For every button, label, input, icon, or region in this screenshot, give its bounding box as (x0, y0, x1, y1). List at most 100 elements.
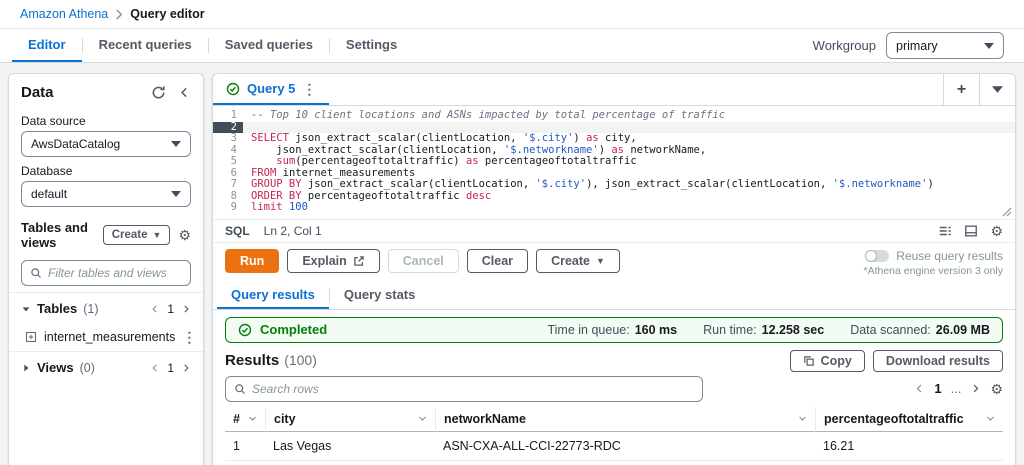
page-number[interactable]: 1 (934, 381, 941, 396)
table-cell: 15.48 (815, 461, 1003, 465)
line-number: 7 (230, 178, 237, 190)
kebab-menu-icon[interactable]: ⋮ (182, 330, 196, 344)
sort-icon[interactable] (798, 414, 807, 423)
code-text: ORDER BY percentageoftotaltraffic desc (251, 189, 492, 202)
views-page-number[interactable]: 1 (167, 361, 174, 375)
table-cell: 2 (225, 461, 265, 465)
stat-queue-label: Time in queue: (547, 322, 630, 337)
sort-icon[interactable] (986, 414, 995, 423)
external-link-icon (353, 255, 365, 267)
explain-button-label: Explain (302, 253, 347, 268)
tables-section-count: (1) (83, 301, 99, 316)
collapse-panel-icon[interactable] (178, 86, 191, 99)
code-line[interactable]: 9 limit 100 (213, 201, 1015, 214)
engine-version-note: *Athena engine version 3 only (863, 264, 1003, 277)
clear-button[interactable]: Clear (466, 248, 529, 273)
caret-down-icon (984, 42, 994, 49)
workgroup-control: Workgroup primary (813, 29, 1012, 62)
create-menu-button[interactable]: Create ▼ (536, 248, 620, 273)
page-prev-icon[interactable] (914, 383, 925, 394)
column-header[interactable]: percentageoftotaltraffic (815, 406, 1003, 432)
code-line[interactable]: 1 -- Top 10 client locations and ASNs imp… (213, 109, 1015, 122)
data-source-select[interactable]: AwsDataCatalog (21, 131, 191, 157)
download-results-button[interactable]: Download results (872, 349, 1003, 372)
page-next-icon[interactable] (181, 304, 191, 314)
refresh-icon[interactable] (151, 85, 166, 100)
column-label: city (274, 411, 296, 426)
query-tab[interactable]: Query 5 ⋮ (213, 74, 330, 105)
tab-editor[interactable]: Editor (12, 29, 82, 62)
sql-editor[interactable]: 1 -- Top 10 client locations and ASNs imp… (213, 106, 1015, 219)
list-details-icon[interactable] (938, 224, 952, 238)
gear-icon[interactable]: ⚙ (990, 224, 1003, 238)
tables-section-header[interactable]: Tables (1) 1 (9, 292, 203, 324)
tab-settings[interactable]: Settings (330, 29, 413, 62)
check-circle-icon (226, 82, 240, 96)
workgroup-select[interactable]: primary (886, 32, 1004, 59)
create-button[interactable]: Create ▼ (102, 225, 171, 245)
run-button[interactable]: Run (225, 248, 280, 273)
column-header[interactable]: networkName (435, 406, 815, 432)
tables-section-label: Tables (37, 301, 78, 316)
tab-recent-queries[interactable]: Recent queries (83, 29, 208, 62)
actions-row: Run Explain Cancel Clear Create ▼ Reuse … (213, 243, 1015, 282)
table-row: 2Mexico CityTOTAL PLAY TELECOMUNICACIONE… (225, 461, 1003, 465)
line-number: 1 (230, 109, 237, 121)
gear-icon[interactable]: ⚙ (178, 228, 191, 242)
query-tab-label: Query 5 (247, 81, 296, 96)
tab-query-results[interactable]: Query results (217, 282, 329, 309)
tab-query-stats[interactable]: Query stats (330, 282, 430, 309)
code-line[interactable]: 8 ORDER BY percentageoftotaltraffic desc (213, 189, 1015, 203)
editor-language-label: SQL (225, 223, 250, 238)
line-number: 9 (230, 201, 237, 213)
tables-views-title: Tables and views (21, 220, 88, 250)
line-number: 3 (230, 132, 237, 144)
table-cell: ASN-CXA-ALL-CCI-22773-RDC (435, 432, 815, 461)
search-rows-box (225, 375, 703, 402)
new-query-tab-button[interactable]: + (943, 74, 979, 105)
expand-plus-icon[interactable] (25, 331, 37, 343)
results-count: (100) (284, 352, 317, 368)
status-badge: Completed (260, 322, 328, 337)
page-prev-icon[interactable] (150, 363, 160, 373)
page-ellipsis: ... (950, 381, 962, 396)
workgroup-value: primary (896, 38, 938, 53)
column-header[interactable]: # (225, 407, 265, 432)
tab-saved-queries[interactable]: Saved queries (209, 29, 329, 62)
views-section-header[interactable]: Views (0) 1 (9, 351, 203, 383)
page-next-icon[interactable] (970, 383, 981, 394)
breadcrumb-root-link[interactable]: Amazon Athena (20, 7, 108, 21)
sort-icon[interactable] (248, 414, 257, 423)
reuse-results-label: Reuse query results (896, 248, 1003, 263)
sort-icon[interactable] (418, 414, 427, 423)
column-header[interactable]: city (265, 406, 435, 432)
table-item-internet-measurements[interactable]: internet_measurements ⋮ (9, 324, 203, 351)
app-tabs: Editor Recent queries Saved queries Sett… (0, 29, 1024, 63)
results-title-text: Results (225, 352, 280, 369)
cancel-button: Cancel (387, 248, 459, 273)
table-cell: 16.21 (815, 432, 1003, 461)
tables-page-number[interactable]: 1 (167, 302, 174, 316)
caret-right-icon (21, 363, 31, 373)
resize-grip-icon[interactable] (1002, 207, 1012, 217)
caret-down-icon (171, 191, 181, 197)
split-panel-icon[interactable] (964, 224, 978, 238)
views-section-count: (0) (79, 360, 95, 375)
caret-down-icon (171, 141, 181, 147)
tab-list-caret-button[interactable] (979, 74, 1015, 105)
kebab-menu-icon[interactable]: ⋮ (302, 82, 316, 96)
copy-button[interactable]: Copy (789, 349, 865, 372)
page-prev-icon[interactable] (150, 304, 160, 314)
page-next-icon[interactable] (181, 363, 191, 373)
reuse-results-toggle[interactable] (865, 249, 890, 262)
database-select[interactable]: default (21, 181, 191, 207)
caret-down-icon (21, 304, 31, 314)
explain-button[interactable]: Explain (287, 248, 380, 273)
query-tabbar: Query 5 ⋮ + (213, 74, 1015, 106)
gear-icon[interactable]: ⚙ (990, 382, 1003, 396)
search-rows-input[interactable] (252, 381, 694, 396)
copy-icon (803, 355, 815, 367)
results-table: # city networkName percentageoftotaltraffic… (225, 406, 1003, 465)
table-cell: Mexico City (265, 461, 435, 465)
filter-tables-input[interactable] (48, 266, 182, 280)
